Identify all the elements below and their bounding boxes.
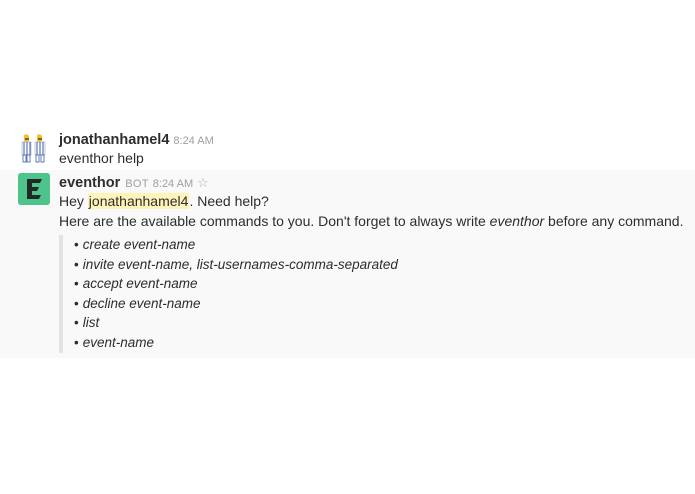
intro-suffix: before any command. xyxy=(544,212,684,229)
message-user: jonathanhamel4 8:24 AM eventhor help xyxy=(0,128,695,170)
greeting-line: Hey jonathanhamel4. Need help? xyxy=(59,192,685,212)
list-item: • create event-name xyxy=(74,235,685,255)
command-text: accept event-name xyxy=(82,276,198,292)
bullet-icon: • xyxy=(74,334,79,350)
eventhor-logo-icon xyxy=(18,173,50,205)
bot-badge: BOT xyxy=(125,178,149,190)
bullet-icon: • xyxy=(74,256,79,272)
user-mention[interactable]: jonathanhamel4 xyxy=(87,193,190,209)
message-text: eventhor help xyxy=(59,150,144,166)
user-avatar[interactable] xyxy=(18,132,50,164)
message-header: eventhor BOT 8:24 AM ☆ xyxy=(59,174,685,192)
bullet-icon: • xyxy=(74,315,79,331)
sender-name[interactable]: jonathanhamel4 xyxy=(59,132,169,148)
intro-emphasis: eventhor xyxy=(489,212,545,229)
timestamp[interactable]: 8:24 AM xyxy=(153,178,193,190)
bullet-icon: • xyxy=(74,295,79,311)
greeting-prefix: Hey xyxy=(59,193,88,209)
command-text: event-name xyxy=(82,334,155,350)
sender-name[interactable]: eventhor xyxy=(59,175,120,191)
commands-attachment: • create event-name • invite event-name, l… xyxy=(59,235,685,353)
message-header: jonathanhamel4 8:24 AM xyxy=(59,131,685,149)
bot-avatar[interactable] xyxy=(18,173,50,205)
list-item: • event-name xyxy=(74,333,685,353)
command-text: list xyxy=(82,315,100,331)
list-item: • invite event-name, list-usernames-comma… xyxy=(74,255,685,275)
message-content: eventhor BOT 8:24 AM ☆ Hey jonathanhamel4. … xyxy=(59,174,685,353)
timestamp[interactable]: 8:24 AM xyxy=(173,135,213,147)
command-text: invite event-name, list-usernames-comma-… xyxy=(82,256,398,272)
command-text: decline event-name xyxy=(82,295,201,311)
bananas-in-pajamas-avatar-icon xyxy=(18,132,50,164)
intro-prefix: Here are the available commands to you. … xyxy=(59,212,490,229)
bullet-icon: • xyxy=(74,237,79,252)
message-content: jonathanhamel4 8:24 AM eventhor help xyxy=(59,131,685,169)
commands-list: • create event-name • invite event-name, l… xyxy=(74,235,685,353)
command-text: create event-name xyxy=(82,237,196,252)
intro-line: Here are the available commands to you. … xyxy=(59,212,685,232)
list-item: • decline event-name xyxy=(74,294,685,314)
star-icon[interactable]: ☆ xyxy=(197,175,209,190)
bullet-icon: • xyxy=(74,276,79,292)
message-bot: eventhor BOT 8:24 AM ☆ Hey jonathanhamel4. … xyxy=(0,170,695,358)
greeting-suffix: . Need help? xyxy=(189,193,269,209)
list-item: • accept event-name xyxy=(74,274,685,294)
list-item: • list xyxy=(74,313,685,333)
